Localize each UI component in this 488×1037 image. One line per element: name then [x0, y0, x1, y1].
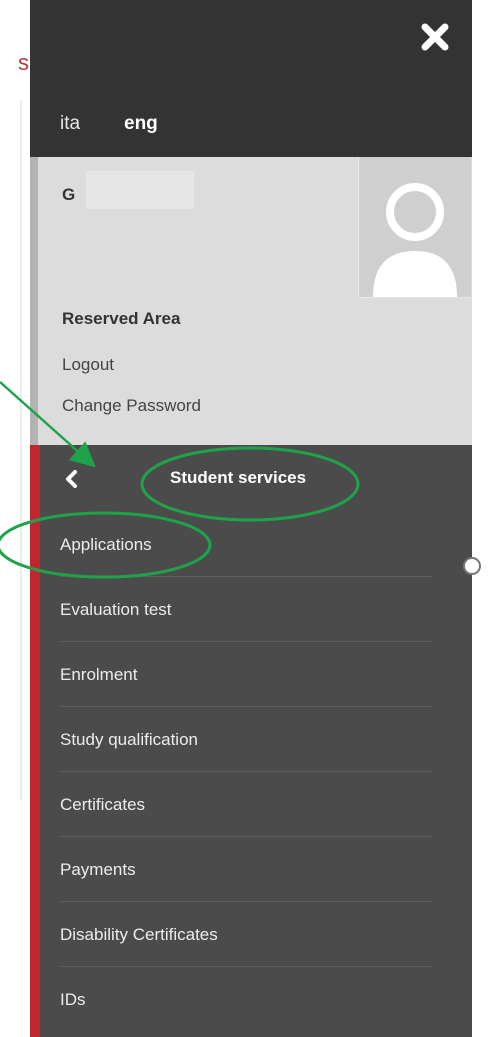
- nav-panel: Student services Applications Evaluation…: [30, 445, 472, 1037]
- logout-link[interactable]: Logout: [62, 355, 114, 375]
- close-icon: [421, 23, 449, 51]
- menu-item-label: Applications: [60, 535, 152, 554]
- reserved-area-heading: Reserved Area: [62, 309, 181, 328]
- menu-item-label: Evaluation test: [60, 600, 172, 619]
- background-page: s: [0, 0, 30, 1037]
- redacted-name: [86, 171, 194, 209]
- menu-item-study-qualification[interactable]: Study qualification: [30, 707, 472, 772]
- menu-item-label: IDs: [60, 990, 86, 1009]
- avatar: [358, 157, 471, 298]
- menu-item-applications[interactable]: Applications: [30, 512, 472, 577]
- language-eng[interactable]: eng: [124, 113, 158, 135]
- side-drawer: ita eng G Reserved Area Logout Change Pa…: [30, 0, 472, 1037]
- close-button[interactable]: [418, 20, 452, 54]
- menu-item-disability-certificates[interactable]: Disability Certificates: [30, 902, 472, 967]
- background-page-fragment: s: [18, 50, 29, 75]
- nav-title: Student services: [170, 468, 307, 487]
- user-panel-accent: [30, 157, 38, 445]
- menu-item-ids[interactable]: IDs: [30, 967, 472, 1032]
- menu-item-label: Enrolment: [60, 665, 138, 684]
- menu-item-certificates[interactable]: Certificates: [30, 772, 472, 837]
- menu-item-evaluation-test[interactable]: Evaluation test: [30, 577, 472, 642]
- menu-item-payments[interactable]: Payments: [30, 837, 472, 902]
- menu-item-label: Certificates: [60, 795, 146, 814]
- drawer-topbar: ita eng: [30, 0, 472, 157]
- back-button[interactable]: [60, 467, 84, 491]
- change-password-link[interactable]: Change Password: [62, 396, 201, 416]
- user-avatar-icon: [373, 183, 457, 297]
- menu-item-label: Payments: [60, 860, 136, 879]
- language-ita[interactable]: ita: [60, 113, 80, 135]
- menu-item-label: Disability Certificates: [60, 925, 218, 944]
- menu-item-enrolment[interactable]: Enrolment: [30, 642, 472, 707]
- background-divider: [20, 100, 22, 800]
- chevron-left-icon: [66, 470, 77, 488]
- nav-menu: Applications Evaluation test Enrolment S…: [30, 512, 472, 1032]
- menu-item-label: Study qualification: [60, 730, 198, 749]
- user-panel: G Reserved Area Logout Change Password: [30, 157, 472, 445]
- user-name: G: [62, 185, 76, 204]
- scroll-handle[interactable]: [463, 557, 481, 575]
